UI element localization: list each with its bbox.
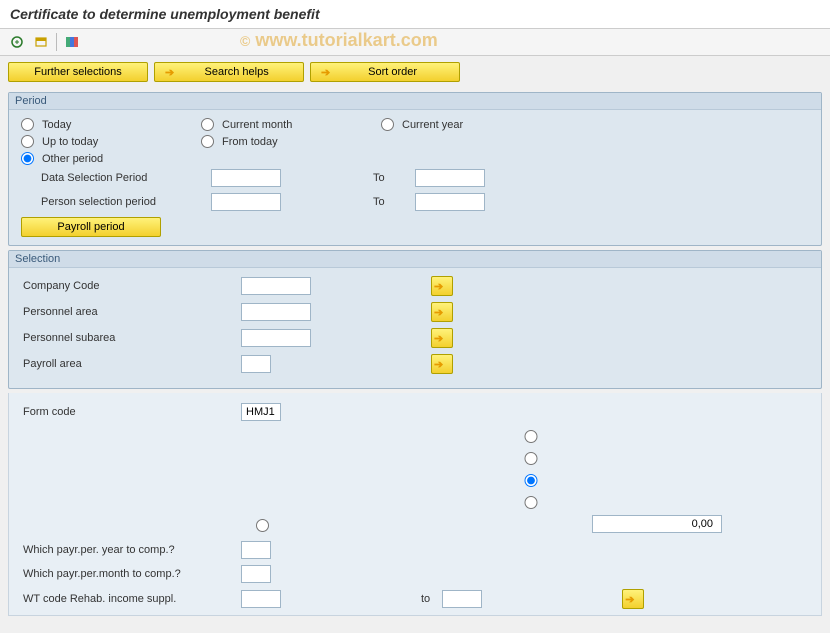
arrow-icon: ➔ [321,66,330,79]
form-code-label: Form code [21,406,241,418]
selection-buttons-row: Further selections ➔ Search helps ➔ Sort… [0,56,830,88]
form-area: Form code Which payr.per. year to comp.?… [8,393,822,616]
window-title: Certificate to determine unemployment be… [0,0,830,29]
form-radio-5[interactable] [256,519,269,532]
form-radio-1[interactable] [256,430,806,443]
personnel-area-more-button[interactable]: ➔ [431,302,453,322]
arrow-icon: ➔ [434,306,443,319]
payr-month-label: Which payr.per.month to comp.? [21,568,241,580]
personnel-area-input[interactable] [241,303,311,321]
personnel-subarea-more-button[interactable]: ➔ [431,328,453,348]
colors-icon[interactable] [63,33,81,51]
wt-code-to-input[interactable] [442,590,482,608]
selection-panel: Selection Company Code ➔ Personnel area … [8,250,822,389]
radio-today[interactable]: Today [21,118,161,131]
wt-code-more-button[interactable]: ➔ [622,589,644,609]
selection-panel-title: Selection [9,251,821,268]
search-helps-label: Search helps [180,66,293,78]
payroll-period-button[interactable]: Payroll period [21,217,161,237]
data-selection-label: Data Selection Period [21,172,211,184]
numeric-value-input[interactable] [592,515,722,533]
payr-month-input[interactable] [241,565,271,583]
payroll-area-input[interactable] [241,355,271,373]
data-selection-to-input[interactable] [415,169,485,187]
form-radio-3[interactable] [256,474,806,487]
radio-current-month[interactable]: Current month [201,118,341,131]
wt-code-from-input[interactable] [241,590,281,608]
sort-order-button[interactable]: ➔ Sort order [310,62,460,82]
wt-to-label: to [421,593,430,605]
arrow-icon: ➔ [625,593,634,606]
execute-icon[interactable] [8,33,26,51]
radio-up-to-today[interactable]: Up to today [21,135,161,148]
arrow-icon: ➔ [165,66,174,79]
radio-other-period[interactable]: Other period [21,152,161,165]
payroll-area-more-button[interactable]: ➔ [431,354,453,374]
toolbar-divider [56,33,57,51]
personnel-area-label: Personnel area [21,306,241,318]
person-selection-to-input[interactable] [415,193,485,211]
form-radio-2[interactable] [256,452,806,465]
period-panel: Period Today Current month Current year … [8,92,822,246]
payr-year-label: Which payr.per. year to comp.? [21,544,241,556]
person-selection-label: Person selection period [21,196,211,208]
variant-icon[interactable] [32,33,50,51]
payroll-period-label: Payroll period [57,221,124,233]
personnel-subarea-label: Personnel subarea [21,332,241,344]
data-selection-from-input[interactable] [211,169,281,187]
wt-code-label: WT code Rehab. income suppl. [21,593,241,605]
person-selection-from-input[interactable] [211,193,281,211]
company-code-more-button[interactable]: ➔ [431,276,453,296]
company-code-label: Company Code [21,280,241,292]
arrow-icon: ➔ [434,358,443,371]
period-panel-title: Period [9,93,821,110]
sort-order-label: Sort order [336,66,449,78]
radio-from-today[interactable]: From today [201,135,341,148]
radio-current-year[interactable]: Current year [381,118,521,131]
payr-year-input[interactable] [241,541,271,559]
search-helps-button[interactable]: ➔ Search helps [154,62,304,82]
personnel-subarea-input[interactable] [241,329,311,347]
to-label-2: To [373,196,403,208]
form-radio-4[interactable] [256,496,806,509]
form-code-input[interactable] [241,403,281,421]
company-code-input[interactable] [241,277,311,295]
payroll-area-label: Payroll area [21,358,241,370]
arrow-icon: ➔ [434,332,443,345]
form-radio-group [251,427,809,533]
further-selections-button[interactable]: Further selections [8,62,148,82]
app-toolbar [0,29,830,56]
to-label-1: To [373,172,403,184]
arrow-icon: ➔ [434,280,443,293]
further-selections-label: Further selections [34,66,121,78]
